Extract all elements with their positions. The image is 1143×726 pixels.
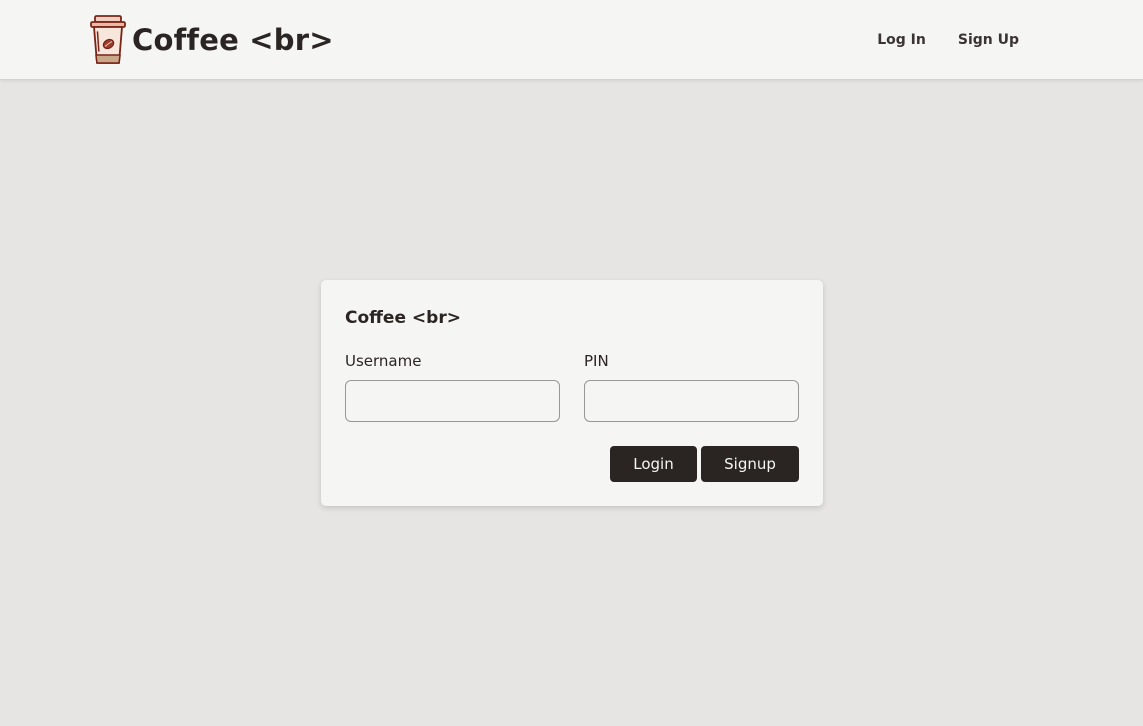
card-title: Coffee <br> bbox=[345, 308, 461, 328]
nav-links: Log In Sign Up bbox=[877, 0, 1019, 79]
brand-link[interactable]: Coffee <br> bbox=[89, 14, 334, 66]
nav-login-link[interactable]: Log In bbox=[877, 32, 926, 48]
login-button[interactable]: Login bbox=[610, 446, 697, 482]
brand-name: Coffee <br> bbox=[132, 23, 334, 57]
nav-signup-link[interactable]: Sign Up bbox=[958, 32, 1019, 48]
pin-input[interactable] bbox=[584, 380, 799, 422]
username-label: Username bbox=[345, 352, 422, 370]
signup-button[interactable]: Signup bbox=[701, 446, 799, 482]
coffee-cup-icon bbox=[90, 15, 126, 64]
pin-label: PIN bbox=[584, 352, 609, 370]
navbar: Coffee <br> Log In Sign Up bbox=[0, 0, 1143, 80]
login-card: Coffee <br> Username PIN Login Signup bbox=[321, 280, 823, 506]
username-input[interactable] bbox=[345, 380, 560, 422]
